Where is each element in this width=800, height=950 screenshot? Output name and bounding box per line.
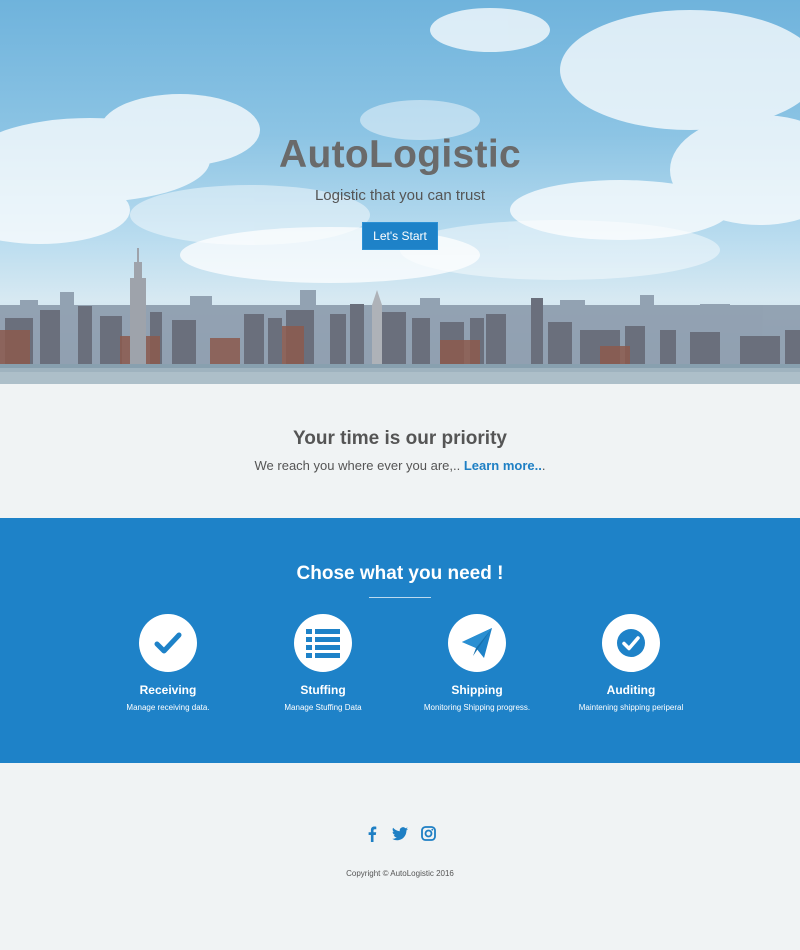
lets-start-button[interactable]: Let's Start	[362, 222, 438, 250]
service-auditing[interactable]: Auditing Maintening shipping periperal	[546, 614, 716, 712]
twitter-icon[interactable]	[392, 825, 409, 842]
services-section: Chose what you need ! Receiving Manage r…	[0, 518, 800, 763]
facebook-icon[interactable]	[364, 825, 381, 842]
service-stuffing[interactable]: Stuffing Manage Stuffing Data	[238, 614, 408, 712]
social-links	[0, 825, 800, 842]
service-name: Shipping	[451, 683, 503, 697]
list-icon	[294, 614, 352, 672]
check-circle-icon	[602, 614, 660, 672]
learn-more-link[interactable]: Learn more..	[464, 458, 542, 473]
title-divider	[369, 597, 431, 598]
check-icon	[139, 614, 197, 672]
service-description: Manage Stuffing Data	[284, 703, 362, 712]
service-name: Auditing	[606, 683, 656, 697]
instagram-icon[interactable]	[420, 825, 437, 842]
services-title: Chose what you need !	[296, 563, 504, 584]
priority-text: We reach you where ever you are,.. Learn…	[0, 458, 800, 473]
service-description: Monitoring Shipping progress.	[423, 703, 531, 712]
service-receiving[interactable]: Receiving Manage receiving data.	[83, 614, 253, 712]
priority-text-trailing: .	[541, 458, 546, 473]
hero-section: AutoLogistic Logistic that you can trust…	[0, 0, 800, 384]
copyright-text: Copyright © AutoLogistic 2016	[346, 869, 454, 878]
service-description: Maintening shipping periperal	[578, 703, 684, 712]
priority-title: Your time is our priority	[293, 428, 507, 449]
priority-text-body: We reach you where ever you are,..	[254, 458, 464, 473]
service-description: Manage receiving data.	[126, 703, 210, 712]
site-title: AutoLogistic	[279, 133, 521, 176]
footer: Copyright © AutoLogistic 2016	[0, 763, 800, 950]
service-shipping[interactable]: Shipping Monitoring Shipping progress.	[392, 614, 562, 712]
paper-plane-icon	[448, 614, 506, 672]
service-name: Receiving	[139, 683, 197, 697]
priority-section: Your time is our priority We reach you w…	[0, 384, 800, 518]
service-name: Stuffing	[300, 683, 346, 697]
site-tagline: Logistic that you can trust	[314, 187, 486, 204]
